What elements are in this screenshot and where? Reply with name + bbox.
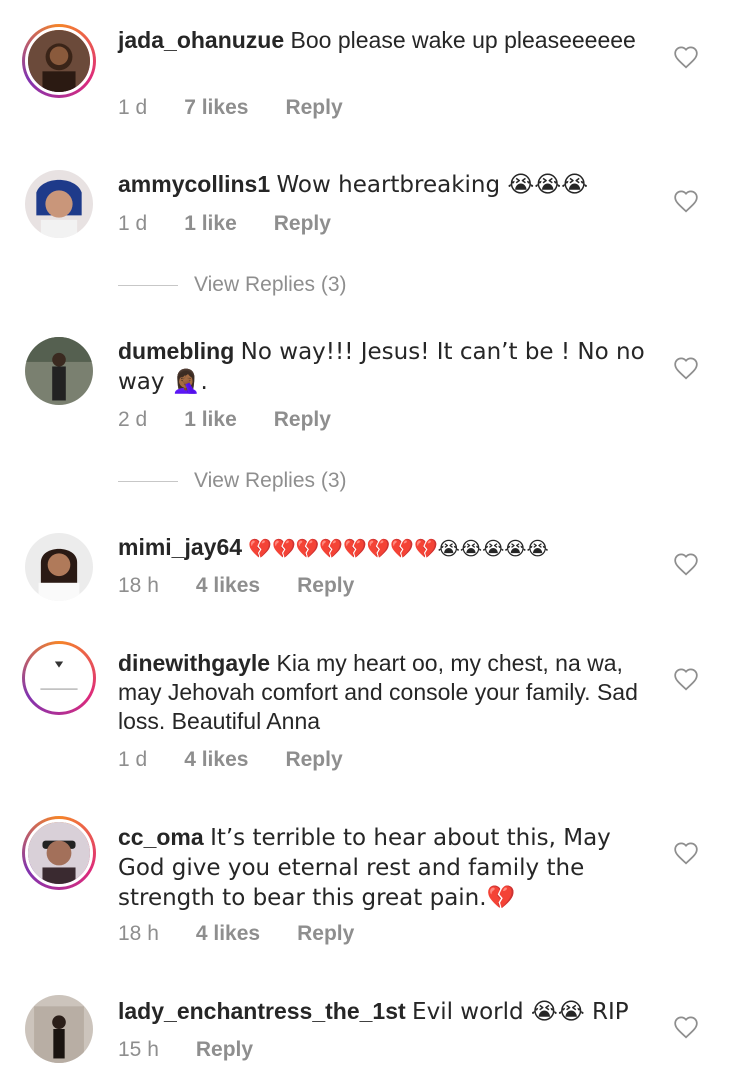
heart-outline-icon[interactable] [673,45,699,69]
comment-text: mimi_jay64 💔💔💔💔💔💔💔💔😭😭😭😭😭 [118,533,658,564]
comment-time: 15 h [118,1038,159,1061]
comment-meta: 2 d 1 like Reply [118,408,368,432]
heart-outline-icon[interactable] [673,189,699,213]
comment-meta: 18 h 4 likes Reply [118,922,391,946]
view-replies-link[interactable]: View Replies (3) [118,273,347,297]
avatar[interactable] [22,816,96,890]
comment-body: Evil world 😭😭 RIP [412,999,629,1025]
comment-time: 2 d [118,408,148,431]
comment-meta: 15 h Reply [118,1038,290,1062]
likes-count[interactable]: 4 likes [196,574,260,598]
comment-text: dumebling No way!!! Jesus! It can’t be !… [118,337,658,397]
comment-text: jada_ohanuzue Boo please wake up pleasee… [118,26,658,55]
view-replies-link[interactable]: View Replies (3) [118,469,347,493]
view-replies-label: View Replies (3) [194,273,347,296]
comment-username[interactable]: mimi_jay64 [118,534,242,560]
comment-username[interactable]: dinewithgayle [118,650,270,676]
avatar[interactable] [25,533,93,601]
comment-body: 💔💔💔💔💔💔💔💔😭😭😭😭😭 [248,538,549,560]
avatar[interactable] [25,995,93,1063]
comment-meta: 1 d 4 likes Reply [118,748,380,772]
comment-body: Wow heartbreaking 😭😭😭 [276,172,589,198]
comment-username[interactable]: jada_ohanuzue [118,27,284,53]
comment-text: dinewithgayle Kia my heart oo, my chest,… [118,649,658,736]
comment-username[interactable]: ammycollins1 [118,171,270,197]
avatar[interactable] [22,24,96,98]
divider-line [118,284,178,286]
comment-text: lady_enchantress_the_1st Evil world 😭😭 R… [118,997,658,1027]
avatar[interactable] [22,641,96,715]
likes-count[interactable]: 4 likes [184,748,248,772]
avatar[interactable] [25,170,93,238]
heart-outline-icon[interactable] [673,667,699,691]
heart-outline-icon[interactable] [673,1015,699,1039]
comment-text: ammycollins1 Wow heartbreaking 😭😭😭 [118,170,658,200]
comment-time: 18 h [118,922,159,945]
reply-button[interactable]: Reply [297,922,354,946]
comment-username[interactable]: dumebling [118,338,234,364]
comment-meta: 1 d 7 likes Reply [118,96,380,120]
likes-count[interactable]: 1 like [184,408,237,432]
reply-button[interactable]: Reply [196,1038,253,1062]
reply-button[interactable]: Reply [285,96,342,120]
likes-count[interactable]: 1 like [184,212,237,236]
view-replies-label: View Replies (3) [194,469,347,492]
heart-outline-icon[interactable] [673,841,699,865]
comment-time: 1 d [118,96,148,119]
comment-username[interactable]: lady_enchantress_the_1st [118,998,406,1024]
comment-meta: 1 d 1 like Reply [118,212,368,236]
comment-text: cc_oma It’s terrible to hear about this,… [118,823,658,913]
dine-with-gayle-logo-icon [28,647,90,709]
likes-count[interactable]: 7 likes [184,96,248,120]
reply-button[interactable]: Reply [285,748,342,772]
comment-meta: 18 h 4 likes Reply [118,574,391,598]
comment-time: 1 d [118,212,148,235]
comment-username[interactable]: cc_oma [118,824,204,850]
divider-line [118,480,178,482]
comment-body: Boo please wake up pleaseeeeee [290,27,636,53]
avatar[interactable] [25,337,93,405]
likes-count[interactable]: 4 likes [196,922,260,946]
reply-button[interactable]: Reply [274,212,331,236]
reply-button[interactable]: Reply [297,574,354,598]
comment-time: 1 d [118,748,148,771]
heart-outline-icon[interactable] [673,356,699,380]
comment-time: 18 h [118,574,159,597]
reply-button[interactable]: Reply [274,408,331,432]
heart-outline-icon[interactable] [673,552,699,576]
